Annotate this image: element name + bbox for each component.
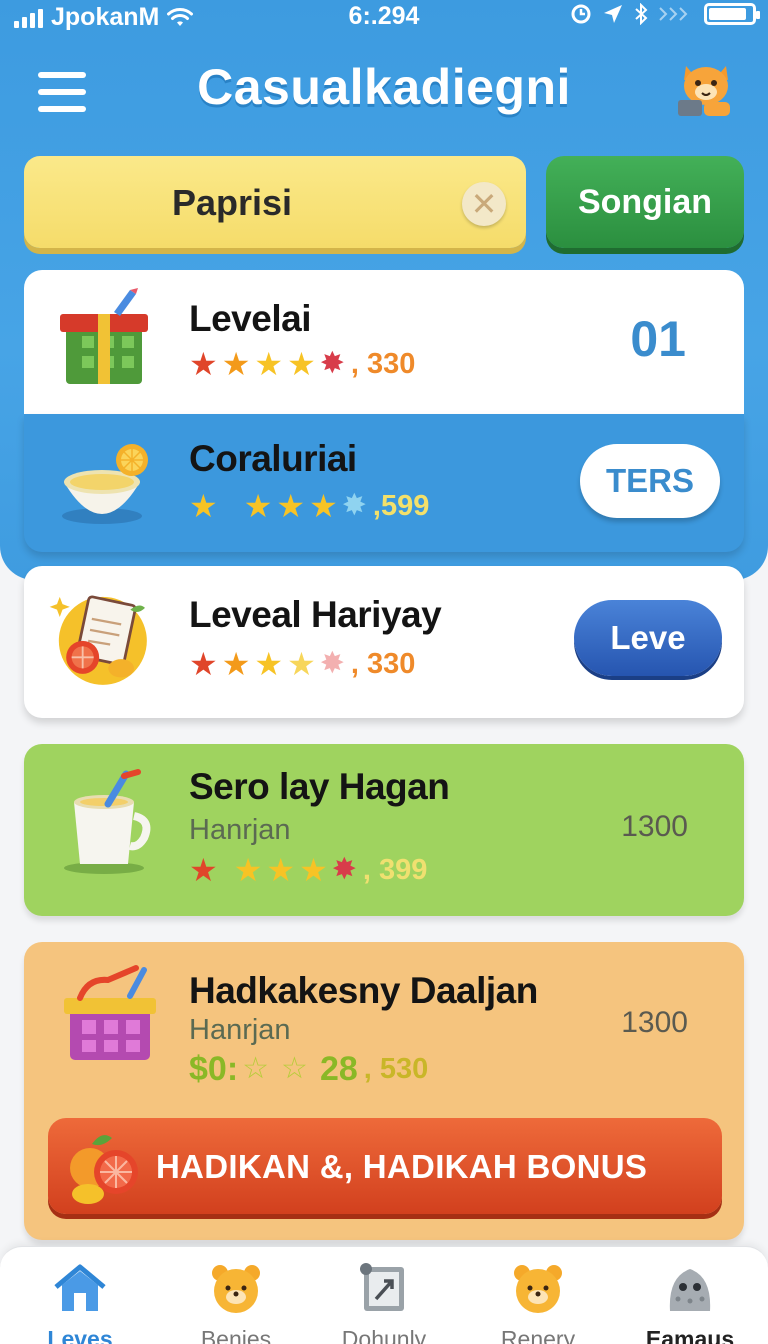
star-outline-icon: ☆ bbox=[242, 1052, 270, 1085]
star-icon: ★ bbox=[254, 646, 284, 682]
level-card[interactable]: Sero lay Hagan Hanrjan ★ ★ ★ ★ ✸ , 399 1… bbox=[24, 744, 744, 916]
star-icon: ★ bbox=[189, 488, 218, 524]
level-score: , 330 bbox=[350, 647, 416, 680]
level-title: Leveal Hariyay bbox=[189, 594, 442, 635]
tab-label: Eamaus bbox=[645, 1326, 735, 1344]
level-score: , 330 bbox=[350, 347, 416, 380]
monster-icon bbox=[669, 1269, 711, 1311]
level-title: Hadkakesny Daaljan bbox=[189, 970, 538, 1011]
splat-icon: ✸ bbox=[319, 647, 345, 680]
level-score: , 530 bbox=[363, 1052, 429, 1085]
tab-label: Leves bbox=[47, 1326, 113, 1344]
notebook-icon bbox=[49, 595, 147, 685]
star-rating: ★ ★ ★ ★ ✸ , 330 bbox=[189, 648, 415, 680]
tab-label: Dohunly bbox=[341, 1326, 427, 1344]
level-badge: 01 bbox=[630, 311, 686, 367]
star-icon: ★ bbox=[266, 852, 296, 888]
star-icon: ★ bbox=[189, 346, 218, 382]
avatar[interactable] bbox=[674, 56, 738, 120]
tab-eamaus[interactable]: Eamaus bbox=[620, 1261, 760, 1344]
picture-frame-icon bbox=[360, 1263, 404, 1311]
level-subtitle: Hanrjan bbox=[189, 1014, 291, 1046]
level-title: Sero lay Hagan bbox=[189, 766, 450, 807]
status-bar: JpokanM 6:.294 bbox=[0, 0, 768, 34]
clear-icon[interactable]: ✕ bbox=[462, 182, 506, 226]
tab-renery[interactable]: Renery bbox=[468, 1261, 608, 1344]
star-icon: ★ bbox=[287, 646, 316, 682]
star-icon: ★ bbox=[254, 346, 284, 382]
level-points: 1300 bbox=[621, 810, 688, 843]
bear-face-icon bbox=[212, 1265, 260, 1313]
level-button[interactable]: Leve bbox=[574, 600, 722, 676]
tab-leves[interactable]: Leves bbox=[10, 1261, 150, 1344]
basket-icon bbox=[64, 965, 156, 1060]
bonus-button[interactable]: HADIKAN &, HADIKAH BONUS bbox=[48, 1118, 722, 1214]
level-score: ,599 bbox=[372, 489, 430, 522]
tab-label: Benies bbox=[200, 1326, 272, 1344]
star-rating: ★ ★ ★ ★ ✸ , 330 bbox=[189, 348, 415, 380]
star-icon: ★ bbox=[287, 346, 316, 382]
star-outline-icon: ☆ bbox=[281, 1052, 308, 1085]
star-icon: ★ bbox=[233, 852, 263, 888]
reward-row: $0: ☆ ☆ 28 , 530 bbox=[189, 1052, 428, 1086]
star-icon: ★ bbox=[309, 488, 338, 524]
bonus-label: HADIKAN &, HADIKAH BONUS bbox=[156, 1148, 648, 1185]
star-icon: ★ bbox=[221, 646, 251, 682]
bowl-icon bbox=[62, 444, 148, 524]
search-input[interactable]: Paprisi ✕ bbox=[24, 156, 526, 248]
play-button[interactable]: TERS bbox=[580, 444, 720, 518]
star-icon: ★ bbox=[221, 346, 251, 382]
citrus-icon bbox=[70, 1135, 138, 1204]
bear-face-icon bbox=[514, 1265, 562, 1313]
level-card[interactable]: Hadkakesny Daaljan Hanrjan $0: ☆ ☆ 28 , … bbox=[24, 942, 744, 1240]
level-title: Levelai bbox=[189, 298, 311, 339]
app-title: Casualkadiegni bbox=[197, 59, 571, 115]
gift-box-icon bbox=[60, 288, 148, 384]
cup-icon bbox=[64, 769, 151, 874]
reward-value: 28 bbox=[319, 1050, 358, 1088]
tab-benies[interactable]: Benies bbox=[166, 1261, 306, 1344]
star-icon: ★ bbox=[189, 852, 218, 888]
star-icon: ★ bbox=[189, 646, 218, 682]
signal-dim-icon bbox=[659, 7, 688, 21]
search-value: Paprisi bbox=[172, 182, 293, 223]
level-score: , 399 bbox=[362, 853, 428, 886]
level-card[interactable]: Coraluriai ★ ★ ★ ★ ✸ ,599 TERS bbox=[24, 414, 744, 552]
star-icon: ★ bbox=[243, 488, 273, 524]
splat-icon: ✸ bbox=[331, 853, 357, 886]
star-rating: ★ ★ ★ ★ ✸ ,599 bbox=[189, 490, 429, 522]
app-header: Casualkadiegni bbox=[0, 50, 768, 140]
search-button[interactable]: Songian bbox=[546, 156, 744, 248]
splat-icon: ✸ bbox=[341, 489, 367, 522]
bluetooth-icon bbox=[635, 3, 648, 25]
house-icon bbox=[54, 1264, 106, 1311]
reward-prefix: $0: bbox=[189, 1050, 239, 1088]
star-rating: ★ ★ ★ ★ ✸ , 399 bbox=[189, 854, 427, 886]
location-icon bbox=[604, 5, 622, 23]
tab-dohunly[interactable]: Dohunly bbox=[314, 1261, 454, 1344]
level-card[interactable]: Levelai ★ ★ ★ ★ ✸ , 330 01 bbox=[24, 270, 744, 416]
battery-icon bbox=[704, 3, 760, 25]
level-card[interactable]: Leveal Hariyay ★ ★ ★ ★ ✸ , 330 Leve bbox=[24, 566, 744, 718]
star-icon: ★ bbox=[299, 852, 328, 888]
splat-icon: ✸ bbox=[319, 347, 345, 380]
tab-bar: Leves Benies Dohunly Renery Eamaus bbox=[0, 1246, 768, 1344]
star-icon: ★ bbox=[276, 488, 306, 524]
tab-label: Renery bbox=[500, 1326, 576, 1344]
level-subtitle: Hanrjan bbox=[189, 814, 291, 846]
level-points: 1300 bbox=[621, 1006, 688, 1039]
alarm-icon bbox=[571, 4, 591, 24]
level-title: Coraluriai bbox=[189, 438, 357, 479]
